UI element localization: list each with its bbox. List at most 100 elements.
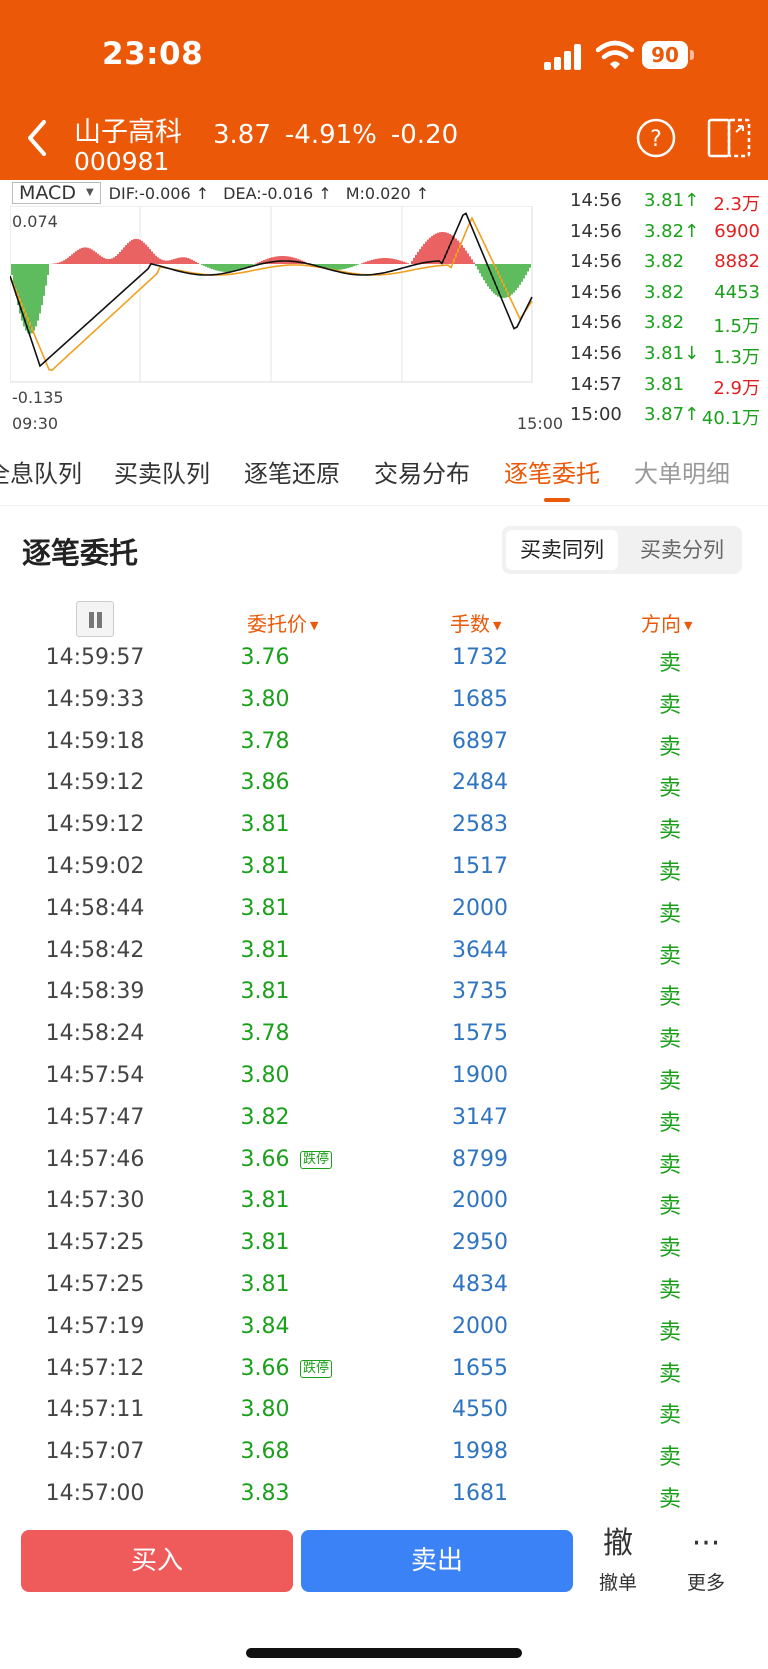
tab-bid-ask-queue[interactable]: 买卖队列 [114,454,210,489]
tab-full-queue[interactable]: 全息队列 [0,454,82,489]
battery-level: 90 [642,41,688,69]
tick-price: 3.82 [644,281,685,303]
table-row[interactable]: 14:57:00 3.83 1681 卖 [0,1481,768,1523]
order-direction: 卖 [658,985,681,1011]
tick-row: 14:57 3.81 2.9万 [568,374,768,404]
order-volume: 3735 [452,979,508,1005]
sort-caret-icon: ▼ [684,619,693,632]
split-column-button[interactable]: 买卖分列 [626,530,738,570]
table-row[interactable]: 14:57:54 3.80 1900 卖 [0,1063,768,1105]
column-header-price[interactable]: 委托价 ▼ [247,608,318,637]
tab-large-orders[interactable]: 大单明细 [634,454,730,489]
table-row[interactable]: 14:59:18 3.78 6897 卖 [0,729,768,771]
table-row[interactable]: 14:57:11 3.80 4550 卖 [0,1397,768,1439]
more-button[interactable]: ··· 更多 [676,1524,736,1595]
tick-volume: 1.5万 [713,316,760,338]
macd-x-start: 09:30 [12,414,59,433]
tick-volume: 40.1万 [701,408,760,430]
column-header-volume[interactable]: 手数 ▼ [450,608,501,637]
order-price: 3.83 [240,1481,290,1506]
back-arrow-icon[interactable] [22,118,52,158]
sort-caret-icon: ▼ [310,619,319,632]
column-header-direction[interactable]: 方向 ▼ [641,608,692,637]
order-direction: 卖 [658,1319,681,1345]
tick-volume: 8882 [714,251,760,273]
buy-button[interactable]: 买入 [21,1530,293,1592]
order-time: 14:59:12 [45,770,145,796]
order-volume: 2000 [452,1313,508,1339]
order-price: 3.80 [240,1397,290,1423]
status-time: 23:08 [102,36,204,72]
macd-dif: DIF:-0.006 ↑ [108,183,210,203]
limit-down-badge: 跌停 [300,1359,333,1378]
table-row[interactable]: 14:57:30 3.81 2000 卖 [0,1188,768,1230]
order-volume: 1685 [452,686,508,712]
table-row[interactable]: 14:58:42 3.81 3644 卖 [0,938,768,980]
order-volume: 6897 [452,728,508,754]
macd-dea: DEA:-0.016 ↑ [223,183,332,203]
table-row[interactable]: 14:58:24 3.78 1575 卖 [0,1021,768,1063]
tick-price: 3.81↓ [644,343,700,364]
table-row[interactable]: 14:57:19 3.84 2000 卖 [0,1314,768,1356]
tick-row: 14:56 3.82 1.5万 [568,312,768,342]
tab-trade-distribution[interactable]: 交易分布 [374,454,470,489]
table-row[interactable]: 14:59:12 3.81 2583 卖 [0,812,768,854]
order-direction: 卖 [658,1445,681,1471]
tick-row: 14:56 3.81↑ 2.3万 [568,190,768,220]
landscape-switch-icon[interactable] [706,116,752,160]
macd-chart[interactable] [10,206,566,406]
order-volume: 3644 [452,937,508,963]
tick-time: 15:00 [570,404,622,426]
order-price: 3.81 [240,1272,290,1297]
view-mode-toggle: 买卖同列 买卖分列 [502,526,742,574]
tab-tick-restore[interactable]: 逐笔还原 [244,454,340,489]
order-time: 14:57:25 [45,1272,145,1297]
order-time: 14:57:47 [45,1104,145,1130]
cancel-order-icon: 撤 [603,1526,633,1561]
order-direction: 卖 [658,776,681,802]
table-row[interactable]: 14:57:25 3.81 4834 卖 [0,1272,768,1314]
order-time: 14:57:25 [45,1230,145,1256]
order-volume: 1517 [452,854,508,879]
table-row[interactable]: 14:58:39 3.81 3735 卖 [0,979,768,1021]
order-price: 3.81 [240,895,290,921]
table-row[interactable]: 14:57:07 3.68 1998 卖 [0,1439,768,1481]
bottom-action-bar: 买入 卖出 撤 撤单 ··· 更多 [0,1518,768,1669]
indicator-select[interactable]: MACD ▼ [12,182,101,204]
order-time: 14:59:57 [45,645,145,670]
order-price: 3.84 [240,1313,290,1339]
limit-down-badge: 跌停 [300,1150,333,1169]
order-direction: 卖 [658,1278,681,1303]
table-row[interactable]: 14:57:12 3.66 跌停 1655 卖 [0,1356,768,1398]
sell-button[interactable]: 卖出 [301,1530,573,1592]
tick-row: 14:56 3.82 4453 [568,282,768,312]
table-row[interactable]: 14:57:25 3.81 2950 卖 [0,1230,768,1272]
order-volume: 1732 [452,645,508,670]
order-price: 3.80 [240,1063,290,1088]
order-price: 3.66 [240,1146,290,1172]
same-column-button[interactable]: 买卖同列 [506,530,618,570]
tab-tick-orders[interactable]: 逐笔委托 [504,454,600,489]
table-row[interactable]: 14:59:57 3.76 1732 卖 [0,645,768,687]
tick-row: 14:56 3.82↑ 6900 [568,221,768,251]
order-direction: 卖 [658,901,681,927]
order-volume: 4834 [452,1272,508,1297]
detail-tabs: 全息队列 买卖队列 逐笔还原 交易分布 逐笔委托 大单明细 [0,436,768,506]
table-row[interactable]: 14:59:33 3.80 1685 卖 [0,687,768,729]
order-price: 3.81 [240,937,290,963]
table-row[interactable]: 14:58:44 3.81 2000 卖 [0,896,768,938]
order-price: 3.82 [240,1104,290,1130]
order-volume: 1998 [452,1439,508,1465]
table-row[interactable]: 14:59:02 3.81 1517 卖 [0,854,768,896]
pause-button[interactable] [76,601,114,637]
cancel-order-button[interactable]: 撤 撤单 [588,1524,648,1595]
order-price: 3.81 [240,979,290,1005]
chevron-down-icon: ▼ [85,187,94,198]
table-row[interactable]: 14:57:46 3.66 跌停 8799 卖 [0,1147,768,1189]
order-price: 3.78 [240,1021,290,1047]
table-row[interactable]: 14:57:47 3.82 3147 卖 [0,1105,768,1147]
table-row[interactable]: 14:59:12 3.86 2484 卖 [0,770,768,812]
tick-time: 14:56 [570,343,622,364]
help-icon[interactable]: ? [636,118,676,158]
order-time: 14:57:46 [45,1146,145,1172]
